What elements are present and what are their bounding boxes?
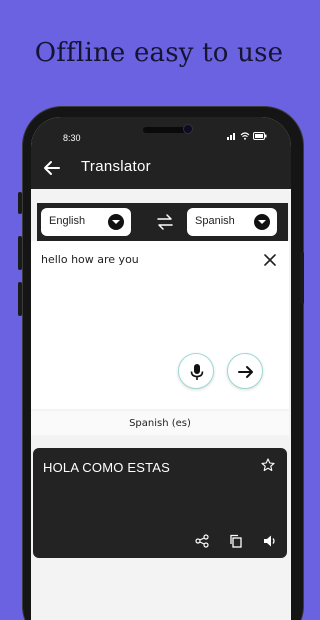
- swap-icon[interactable]: [155, 213, 175, 231]
- app-screen: 8:30 Translator English Spanish hello ho…: [31, 117, 291, 620]
- microphone-button[interactable]: [178, 353, 214, 389]
- battery-icon: [253, 132, 267, 140]
- status-icons: [227, 132, 267, 140]
- target-language-label: Spanish: [195, 215, 235, 227]
- output-actions: [195, 534, 277, 548]
- phone-side-button: [18, 192, 22, 214]
- source-language-select[interactable]: English: [41, 208, 131, 236]
- dropdown-icon: [108, 214, 124, 230]
- phone-side-button: [300, 252, 304, 304]
- status-bar: 8:30: [31, 117, 291, 149]
- copy-icon[interactable]: [229, 534, 243, 548]
- translation-output-card: HOLA COMO ESTAS: [33, 448, 287, 558]
- microphone-icon: [190, 364, 204, 380]
- share-icon[interactable]: [195, 534, 209, 548]
- back-arrow-icon[interactable]: [41, 157, 63, 179]
- page-title: Translator: [81, 158, 151, 175]
- dropdown-icon: [254, 214, 270, 230]
- speaker-icon[interactable]: [263, 534, 277, 548]
- clear-icon[interactable]: [263, 253, 277, 267]
- wifi-icon: [240, 132, 250, 140]
- camera-icon: [183, 124, 193, 134]
- promo-headline: Offline easy to use: [34, 38, 284, 68]
- status-time: 8:30: [63, 133, 81, 143]
- target-language-caption: Spanish (es): [31, 411, 289, 435]
- source-text-input[interactable]: hello how are you: [41, 253, 139, 266]
- phone-side-button: [18, 236, 22, 270]
- target-language-select[interactable]: Spanish: [187, 208, 277, 236]
- star-icon[interactable]: [261, 458, 275, 472]
- language-bar: English Spanish: [37, 203, 288, 241]
- app-bar: Translator: [31, 149, 291, 189]
- translate-arrow-icon: [238, 366, 253, 378]
- signal-icon: [227, 133, 235, 140]
- source-language-label: English: [49, 215, 86, 227]
- translated-text: HOLA COMO ESTAS: [43, 460, 171, 475]
- phone-side-button: [18, 282, 22, 316]
- translate-button[interactable]: [227, 353, 263, 389]
